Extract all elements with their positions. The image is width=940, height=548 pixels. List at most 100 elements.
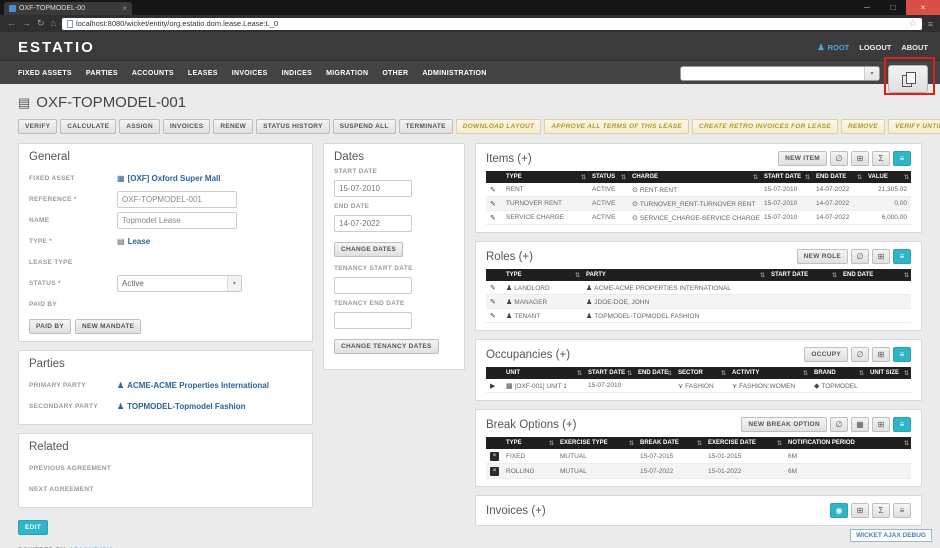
items-status-header[interactable]: STATUS xyxy=(588,171,628,183)
remove-icon[interactable]: × xyxy=(490,452,499,461)
occ-activity-header[interactable]: ACTIVITY xyxy=(728,367,810,379)
paid-by-button[interactable]: PAID BY xyxy=(29,319,71,334)
pencil-icon[interactable]: ✎ xyxy=(490,215,496,222)
hide-button[interactable]: ∅ xyxy=(830,417,848,432)
pencil-icon[interactable]: ✎ xyxy=(490,313,496,320)
items-value-header[interactable]: VALUE xyxy=(864,171,911,183)
occ-unit-size-header[interactable]: UNIT SIZE xyxy=(866,367,911,379)
export-button[interactable]: ⊞ xyxy=(872,249,890,264)
user-menu[interactable]: ♟ROOT xyxy=(817,43,849,52)
calculate-button[interactable]: CALCULATE xyxy=(60,119,116,134)
list-view-button[interactable]: ≡ xyxy=(893,249,911,264)
edit-button[interactable]: EDIT xyxy=(18,520,48,535)
browser-tab[interactable]: OXF-TOPMODEL-00 × xyxy=(4,2,132,15)
items-type-header[interactable]: TYPE xyxy=(502,171,588,183)
tab-close-icon[interactable]: × xyxy=(122,5,127,13)
summary-button[interactable]: Σ xyxy=(872,151,890,166)
menu-item-parties[interactable]: PARTIES xyxy=(86,70,118,77)
list-view-button[interactable]: ≡ xyxy=(893,347,911,362)
name-field[interactable] xyxy=(117,212,237,229)
status-history-button[interactable]: STATUS HISTORY xyxy=(256,119,330,134)
tenancy-start-date-field[interactable] xyxy=(334,277,412,294)
remove-icon[interactable]: × xyxy=(490,467,499,476)
roles-type-header[interactable]: TYPE xyxy=(502,269,582,281)
fixed-asset-link[interactable]: [OXF] Oxford Super Mall xyxy=(128,174,221,183)
break-exercise-date-header[interactable]: EXERCISE DATE xyxy=(704,437,784,449)
pencil-icon[interactable]: ✎ xyxy=(490,201,496,208)
create-retro-invoices-button[interactable]: CREATE RETRO INVOICES FOR LEASE xyxy=(692,119,838,134)
copy-layout-button[interactable] xyxy=(888,65,928,93)
window-maximize-icon[interactable]: □ xyxy=(880,0,906,15)
show-button[interactable]: ◉ xyxy=(830,503,848,518)
calendar-button[interactable]: ▦ xyxy=(851,417,869,432)
end-date-field[interactable] xyxy=(334,215,412,232)
start-date-field[interactable] xyxy=(334,180,412,197)
terminate-button[interactable]: TERMINATE xyxy=(399,119,453,134)
browser-menu-icon[interactable]: ≡ xyxy=(928,19,933,29)
refresh-icon[interactable]: ↻ xyxy=(37,19,45,28)
items-end-date-header[interactable]: END DATE xyxy=(812,171,864,183)
pencil-icon[interactable]: ✎ xyxy=(490,187,496,194)
primary-party-link[interactable]: ACME-ACME Properties International xyxy=(127,381,269,390)
roles-start-date-header[interactable]: START DATE xyxy=(767,269,839,281)
list-view-button[interactable]: ≡ xyxy=(893,503,911,518)
play-icon[interactable]: ▶ xyxy=(490,383,495,390)
occ-brand-header[interactable]: BRAND xyxy=(810,367,866,379)
menu-item-fixed-assets[interactable]: FIXED ASSETS xyxy=(18,70,72,77)
about-link[interactable]: ABOUT xyxy=(901,43,928,52)
change-dates-button[interactable]: CHANGE DATES xyxy=(334,242,403,257)
break-date-header[interactable]: BREAK DATE xyxy=(636,437,704,449)
menu-item-other[interactable]: OTHER xyxy=(382,70,408,77)
menu-item-indices[interactable]: INDICES xyxy=(282,70,313,77)
list-view-button[interactable]: ≡ xyxy=(893,417,911,432)
window-minimize-icon[interactable]: ─ xyxy=(854,0,880,15)
tenancy-end-date-field[interactable] xyxy=(334,312,412,329)
hide-button[interactable]: ∅ xyxy=(851,347,869,362)
roles-party-header[interactable]: PARTY xyxy=(582,269,767,281)
break-exercise-type-header[interactable]: EXERCISE TYPE xyxy=(556,437,636,449)
invoices-button[interactable]: INVOICES xyxy=(163,119,210,134)
secondary-party-link[interactable]: TOPMODEL-Topmodel Fashion xyxy=(127,402,245,411)
export-button[interactable]: ⊞ xyxy=(872,347,890,362)
reference-field[interactable] xyxy=(117,191,237,208)
menu-item-migration[interactable]: MIGRATION xyxy=(326,70,368,77)
list-view-button[interactable]: ≡ xyxy=(893,151,911,166)
hide-button[interactable]: ∅ xyxy=(851,249,869,264)
search-input[interactable] xyxy=(681,67,864,80)
chevron-down-icon[interactable]: ▾ xyxy=(864,67,879,80)
items-charge-header[interactable]: CHARGE xyxy=(628,171,760,183)
status-select[interactable]: Active▾ xyxy=(117,275,242,292)
occ-sector-header[interactable]: SECTOR xyxy=(674,367,728,379)
export-button[interactable]: ⊞ xyxy=(872,417,890,432)
export-button[interactable]: ⊞ xyxy=(851,503,869,518)
renew-button[interactable]: RENEW xyxy=(213,119,253,134)
verify-until-button[interactable]: VERIFY UNTIL xyxy=(888,119,940,134)
roles-end-date-header[interactable]: END DATE xyxy=(839,269,911,281)
export-button[interactable]: ⊞ xyxy=(851,151,869,166)
hide-button[interactable]: ∅ xyxy=(830,151,848,166)
menu-item-administration[interactable]: ADMINISTRATION xyxy=(422,70,486,77)
remove-button[interactable]: REMOVE xyxy=(841,119,885,134)
assign-button[interactable]: ASSIGN xyxy=(119,119,160,134)
new-role-button[interactable]: NEW ROLE xyxy=(797,249,848,264)
approve-all-terms-button[interactable]: APPROVE ALL TERMS OF THIS LEASE xyxy=(544,119,689,134)
occ-end-date-header[interactable]: END DATE xyxy=(634,367,674,379)
wicket-ajax-debug-link[interactable]: WICKET AJAX DEBUG xyxy=(850,529,932,542)
download-layout-button[interactable]: DOWNLOAD LAYOUT xyxy=(456,119,542,134)
occ-start-date-header[interactable]: START DATE xyxy=(584,367,634,379)
summary-button[interactable]: Σ xyxy=(872,503,890,518)
pencil-icon[interactable]: ✎ xyxy=(490,285,496,292)
menu-item-invoices[interactable]: INVOICES xyxy=(232,70,268,77)
forward-icon[interactable]: → xyxy=(22,19,31,28)
break-type-header[interactable]: TYPE xyxy=(502,437,556,449)
suspend-all-button[interactable]: SUSPEND ALL xyxy=(333,119,396,134)
home-icon[interactable]: ⌂ xyxy=(51,19,56,28)
new-mandate-button[interactable]: NEW MANDATE xyxy=(75,319,141,334)
verify-button[interactable]: VERIFY xyxy=(18,119,57,134)
menu-item-accounts[interactable]: ACCOUNTS xyxy=(132,70,174,77)
break-notification-header[interactable]: NOTIFICATION PERIOD xyxy=(784,437,911,449)
url-bar[interactable]: localhost:8080/wicket/entity/org.estatio… xyxy=(62,18,922,30)
logout-link[interactable]: LOGOUT xyxy=(859,43,891,52)
occ-unit-header[interactable]: UNIT xyxy=(502,367,584,379)
type-link[interactable]: Lease xyxy=(128,237,151,246)
